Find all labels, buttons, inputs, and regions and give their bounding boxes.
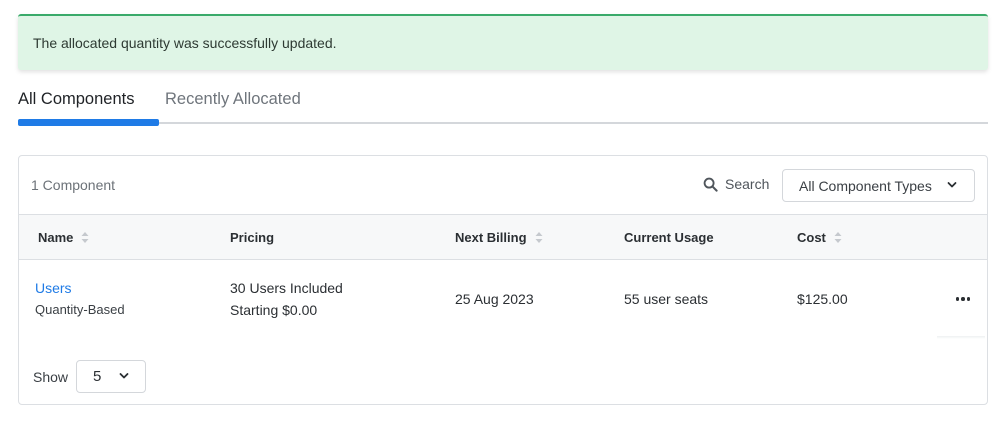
- pricing-cell: 30 Users Included Starting $0.00: [230, 277, 343, 321]
- tab-recently-allocated[interactable]: Recently Allocated: [165, 90, 301, 109]
- cost-cell: $125.00: [797, 291, 848, 307]
- more-horizontal-icon[interactable]: [948, 290, 978, 308]
- table-toolbar: 1 Component Search All Component Types: [19, 156, 987, 214]
- chevron-down-icon: [947, 182, 957, 188]
- component-type-select[interactable]: All Component Types: [782, 169, 975, 202]
- sort-icon: [81, 232, 89, 243]
- component-count: 1 Component: [31, 177, 116, 193]
- component-name-link[interactable]: Users: [35, 277, 125, 299]
- row-actions-divider: [937, 336, 985, 339]
- search-label: Search: [725, 176, 770, 192]
- current-usage-cell: 55 user seats: [624, 291, 709, 307]
- component-type-value: All Component Types: [799, 177, 932, 194]
- chevron-down-icon: [119, 373, 129, 379]
- component-type: Quantity-Based: [35, 302, 125, 317]
- search-icon: [703, 177, 718, 192]
- column-header-next-billing[interactable]: Next Billing: [455, 230, 543, 245]
- component-tabs: All Components Recently Allocated: [18, 84, 988, 128]
- sort-icon: [535, 232, 543, 243]
- components-card: 1 Component Search All Component Types N…: [18, 155, 988, 405]
- pagination-footer: Show 5: [33, 360, 147, 393]
- table-header: Name Pricing Next Billing Current Usage …: [19, 214, 987, 260]
- column-header-pricing: Pricing: [230, 230, 275, 245]
- pricing-starting: Starting $0.00: [230, 302, 318, 318]
- column-header-cost[interactable]: Cost: [797, 230, 842, 245]
- alert-message: The allocated quantity was successfully …: [33, 35, 337, 51]
- tabs-divider: [18, 122, 988, 124]
- column-header-name[interactable]: Name: [38, 230, 89, 245]
- table-row: Users Quantity-Based 30 Users Included S…: [19, 260, 987, 338]
- page-size-select[interactable]: 5: [76, 360, 147, 393]
- next-billing-cell: 25 Aug 2023: [455, 291, 534, 307]
- column-header-current-usage: Current Usage: [624, 230, 714, 245]
- tab-all-components[interactable]: All Components: [18, 90, 134, 109]
- sort-icon: [834, 232, 842, 243]
- page-size-value: 5: [93, 368, 102, 385]
- pricing-included: 30 Users Included: [230, 280, 343, 296]
- success-alert: The allocated quantity was successfully …: [18, 14, 988, 70]
- active-tab-indicator: [18, 119, 159, 126]
- name-cell: Users Quantity-Based: [35, 277, 125, 321]
- show-label: Show: [33, 368, 69, 385]
- search-button[interactable]: Search: [703, 176, 769, 192]
